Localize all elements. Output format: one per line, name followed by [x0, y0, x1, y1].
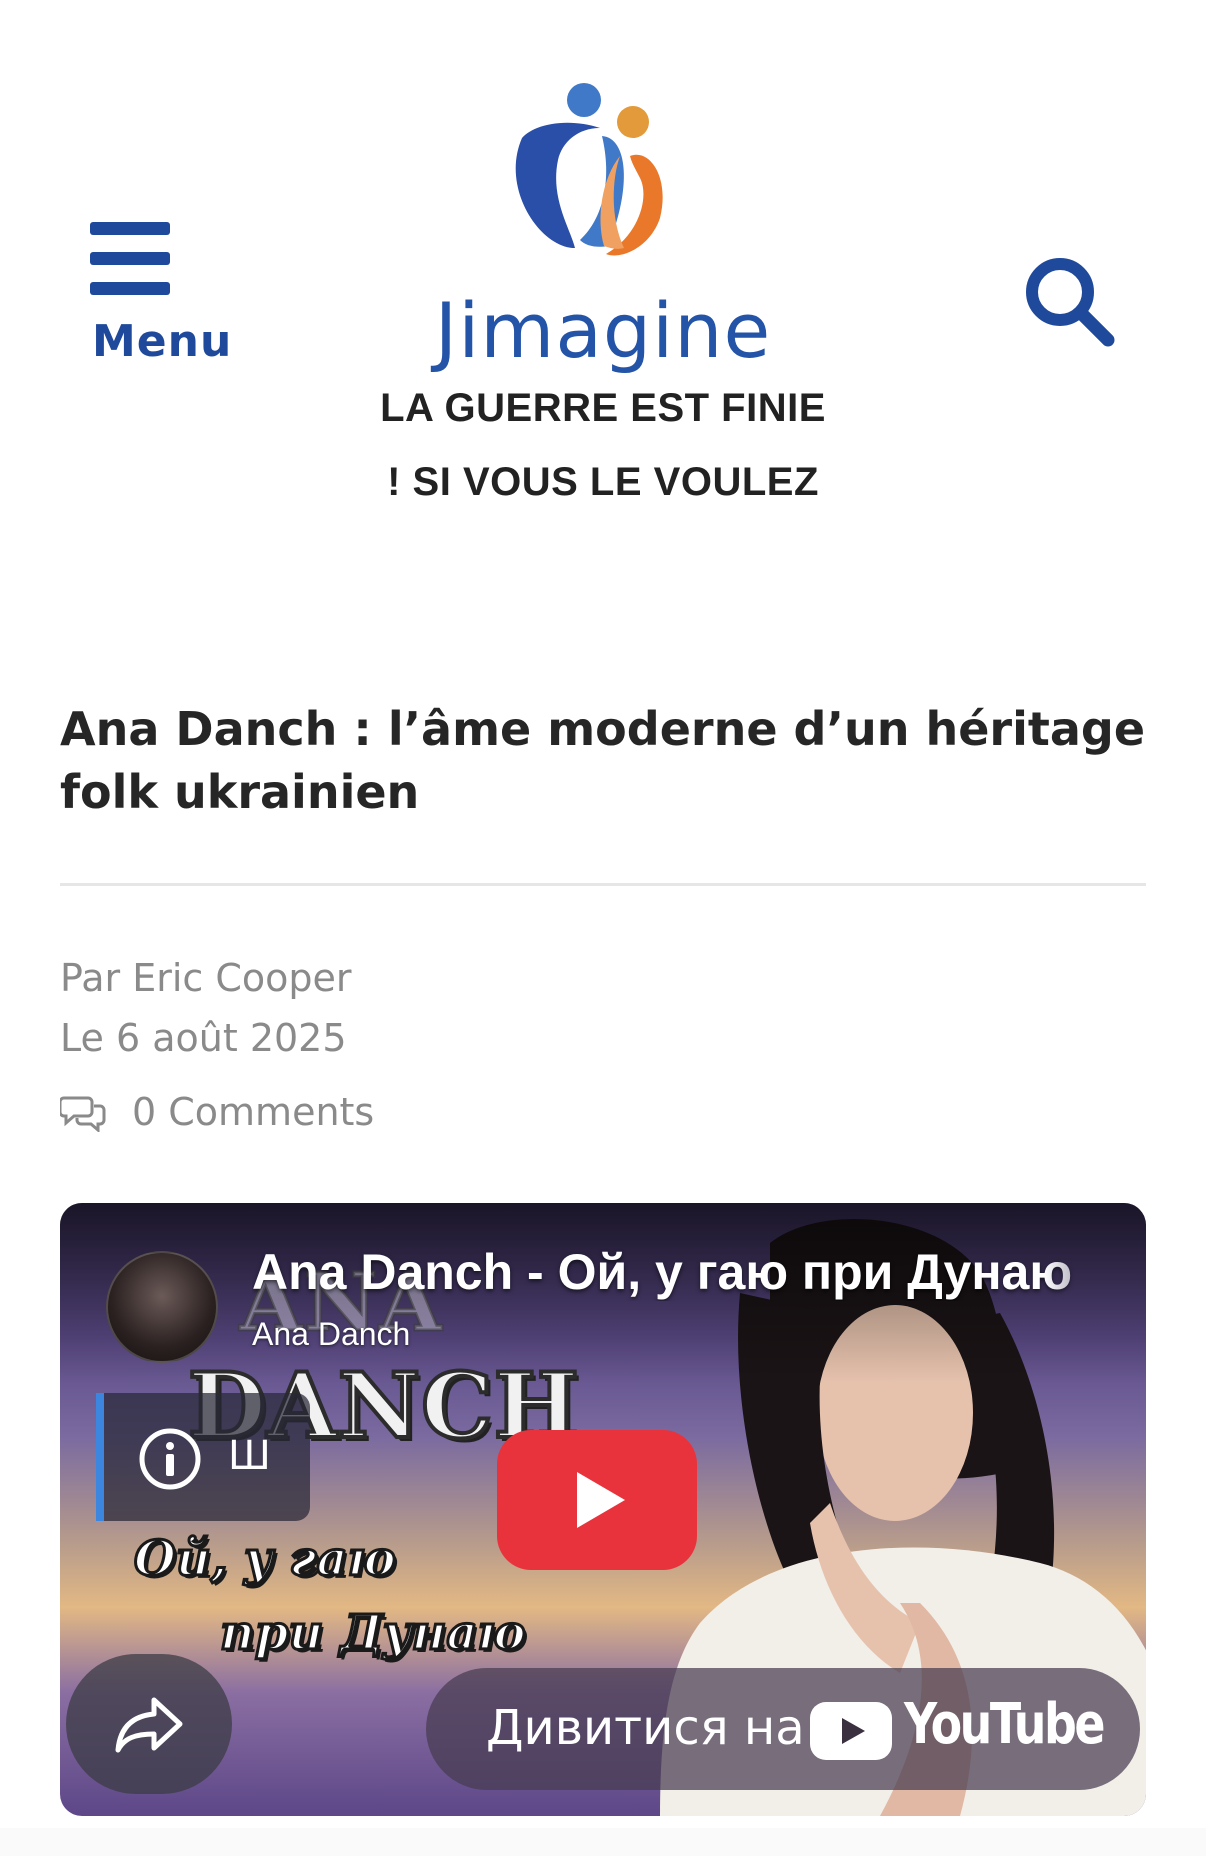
page-bottom-edge [0, 1828, 1206, 1856]
article-author[interactable]: Par Eric Cooper [60, 956, 352, 1000]
video-title[interactable]: Ana Danch - Ой, у гаю при Дунаю [252, 1243, 1132, 1301]
youtube-embed[interactable]: ANA DANCH Ana Danch - Ой, у гаю при Дуна… [60, 1203, 1146, 1816]
comments-count: 0 Comments [132, 1090, 375, 1134]
channel-avatar[interactable] [106, 1251, 218, 1363]
info-icon [139, 1428, 201, 1490]
video-channel[interactable]: Ana Danch [252, 1316, 410, 1353]
tagline-line-2: ! SI VOUS LE VOULEZ [387, 460, 819, 504]
share-button[interactable] [66, 1654, 232, 1794]
brand-logo[interactable] [500, 78, 710, 288]
play-button[interactable] [497, 1430, 697, 1570]
search-button[interactable] [1020, 252, 1120, 352]
thumbnail-song-line-1: Ой, у гаю [133, 1530, 398, 1589]
watch-on-label: Дивитися на [486, 1700, 805, 1756]
info-card[interactable]: Ш [96, 1393, 310, 1521]
search-icon [1026, 258, 1115, 347]
title-divider [60, 883, 1146, 886]
info-card-label: Ш [228, 1433, 271, 1479]
thumbnail-song-line-2: при Дунаю [219, 1604, 528, 1663]
tagline-line-1: LA GUERRE EST FINIE [380, 386, 826, 430]
watch-on-youtube-button[interactable]: Дивитися на YouTube [426, 1668, 1140, 1790]
share-icon [115, 1697, 183, 1753]
youtube-logo-icon [810, 1702, 892, 1760]
comments-link[interactable]: 0 Comments [60, 1090, 374, 1134]
comments-icon [60, 1096, 106, 1132]
youtube-wordmark: YouTube [904, 1692, 1105, 1757]
article-date: Le 6 août 2025 [60, 1016, 347, 1060]
article-title: Ana Danch : l’âme moderne d’un héritage … [60, 702, 1146, 819]
